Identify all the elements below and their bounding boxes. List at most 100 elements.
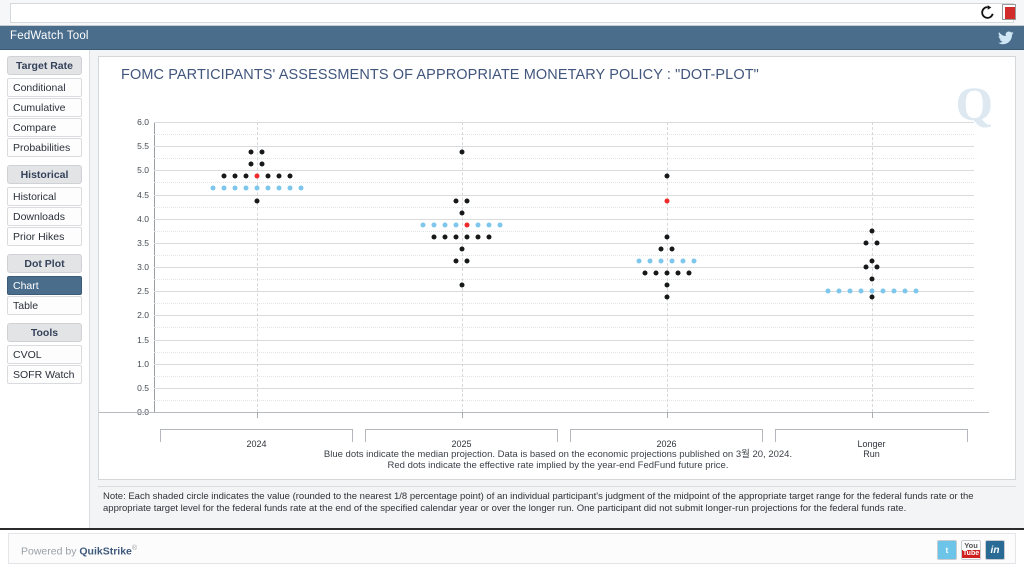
dot-black-4.875	[664, 173, 669, 179]
dot-blue-4.625	[243, 185, 248, 191]
y-axis-tick-label: 1.0	[137, 358, 149, 369]
dot-blue-4.625	[254, 185, 259, 191]
youtube-icon[interactable]: You Tube	[961, 540, 981, 560]
footer-inner: Powered by QuikStrike® t You Tube in	[8, 533, 1016, 564]
powered-brand: QuikStrike	[79, 545, 132, 558]
app-titlebar: FedWatch Tool	[0, 26, 1024, 50]
y-axis-tick-label: 3.5	[137, 237, 149, 248]
dot-black-3.625	[442, 234, 448, 240]
sidebar-item-cvol[interactable]: CVOL	[7, 345, 82, 364]
dot-black-4.375	[453, 198, 459, 204]
sidebar-item-probabilities[interactable]: Probabilities	[7, 138, 82, 157]
dot-blue-2.5	[913, 288, 918, 294]
x-axis-rule	[99, 412, 989, 413]
dot-black-2.625	[664, 282, 669, 288]
y-axis-tick-label: 3.0	[137, 262, 149, 272]
dot-blue-3.875	[453, 222, 459, 228]
gridline	[154, 387, 974, 389]
dot-black-3	[863, 264, 869, 270]
dot-black-3.125	[464, 258, 470, 264]
twitter-icon[interactable]	[998, 31, 1014, 45]
y-axis-tick-label: 5.5	[137, 141, 149, 152]
sidebar-item-compare[interactable]: Compare	[7, 118, 82, 137]
dot-black-3	[874, 264, 880, 270]
dot-black-3.625	[464, 234, 470, 240]
gridline	[154, 194, 974, 196]
top-icon-group	[980, 4, 1016, 20]
sidebar-item-conditional[interactable]: Conditional	[7, 78, 82, 97]
powered-mark: ®	[131, 545, 138, 552]
app-title: FedWatch Tool	[10, 30, 89, 42]
dot-black-3.375	[669, 246, 675, 252]
dot-black-3.125	[453, 258, 459, 264]
dot-black-3.625	[431, 234, 437, 240]
y-axis-tick-label: 1.5	[137, 334, 149, 345]
dot-black-3.375	[658, 246, 664, 252]
sidebar-item-chart[interactable]: Chart	[7, 276, 82, 295]
twitter-icon[interactable]: t	[937, 540, 957, 560]
dot-red-3.875	[464, 222, 470, 228]
fedwatch-app: FedWatch Tool Target Rate Conditional Cu…	[0, 0, 1024, 567]
gridline	[154, 279, 974, 281]
x-axis-tick	[666, 412, 668, 418]
sidebar-item-table[interactable]: Table	[7, 296, 82, 315]
y-axis-tick-label: 2.0	[137, 310, 149, 321]
browser-top-strip	[0, 0, 1024, 26]
linkedin-icon[interactable]: in	[985, 540, 1005, 560]
gridline	[154, 182, 974, 184]
x-axis-bracket: 2025	[365, 429, 558, 450]
pdf-icon[interactable]	[1002, 4, 1016, 20]
dot-black-3.125	[869, 258, 874, 264]
dot-blue-3.875	[431, 222, 437, 228]
dot-blue-2.5	[880, 288, 885, 294]
gridline	[154, 122, 974, 123]
dot-black-4.375	[464, 198, 470, 204]
sidebar-item-cumulative[interactable]: Cumulative	[7, 98, 82, 117]
x-axis-tick	[871, 412, 873, 418]
page-title: FOMC PARTICIPANTS' ASSESSMENTS OF APPROP…	[121, 67, 759, 83]
y-axis-tick-label: 5.0	[137, 165, 149, 176]
content-area: FOMC PARTICIPANTS' ASSESSMENTS OF APPROP…	[90, 50, 1024, 528]
dot-black-2.375	[869, 294, 874, 300]
dot-blue-3.125	[647, 258, 653, 264]
dot-black-4.875	[221, 173, 226, 179]
dot-black-2.875	[686, 270, 691, 276]
gridline	[154, 267, 974, 268]
sidebar-item-downloads[interactable]: Downloads	[7, 207, 82, 226]
gridline	[154, 351, 974, 353]
gridline	[154, 327, 974, 329]
y-axis-tick-label: 6.0	[137, 117, 149, 127]
dot-black-2.875	[664, 270, 669, 276]
sidebar-item-prior-hikes[interactable]: Prior Hikes	[7, 227, 82, 246]
dot-red-4.875	[254, 173, 259, 179]
chart-note: Note: Each shaded circle indicates the v…	[98, 486, 1016, 514]
dot-blue-4.625	[232, 185, 237, 191]
youtube-icon-top: You	[964, 541, 978, 550]
caption-line-1: Blue dots indicate the median projection…	[323, 449, 793, 460]
sidebar-group-historical: Historical	[7, 165, 82, 184]
powered-by: Powered by QuikStrike®	[21, 545, 137, 558]
dot-blue-4.625	[287, 185, 292, 191]
dot-blue-4.625	[265, 185, 270, 191]
dot-black-4.875	[276, 173, 281, 179]
sidebar-item-historical[interactable]: Historical	[7, 187, 82, 206]
y-axis-tick-label: 4.5	[137, 189, 149, 200]
dot-black-2.875	[642, 270, 647, 276]
dot-blue-3.875	[497, 222, 503, 228]
y-axis-tick-label: 4.0	[137, 213, 149, 224]
gridline	[154, 146, 974, 148]
dot-blue-3.125	[680, 258, 686, 264]
sidebar-item-sofr-watch[interactable]: SOFR Watch	[7, 365, 82, 384]
refresh-icon[interactable]	[980, 4, 995, 20]
y-axis-tick-label: 2.5	[137, 286, 149, 297]
gridline	[154, 230, 974, 232]
x-axis-tick	[461, 412, 463, 418]
sidebar-group-tools: Tools	[7, 323, 82, 342]
gridline	[154, 206, 974, 208]
gridline	[154, 315, 974, 317]
gridline	[154, 218, 974, 220]
gridline	[154, 134, 974, 136]
gridline	[154, 254, 974, 256]
dot-black-4.875	[265, 173, 270, 179]
dot-blue-4.625	[221, 185, 226, 191]
